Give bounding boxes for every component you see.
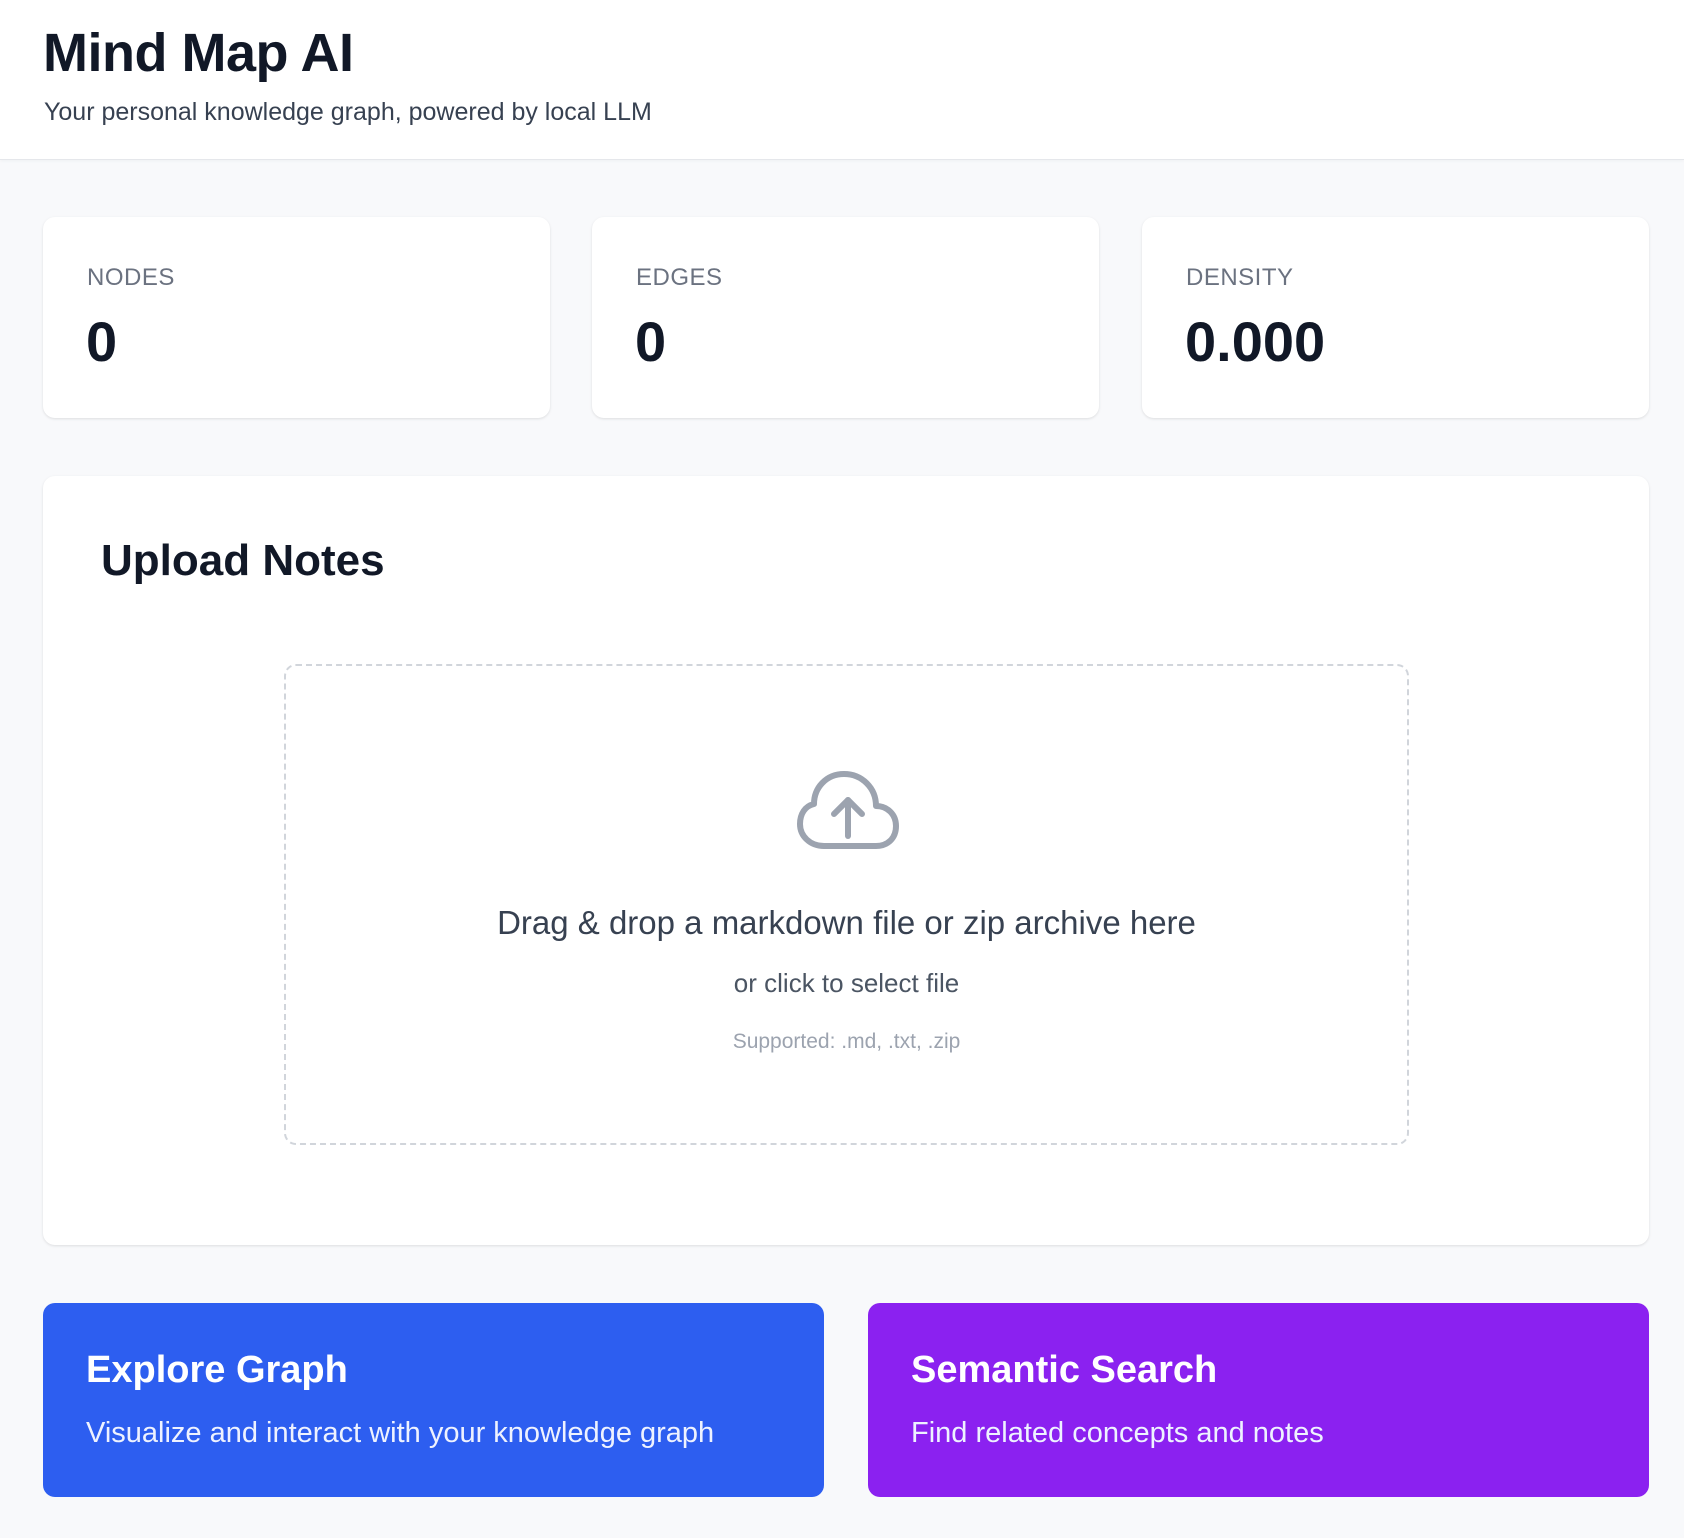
app-subtitle: Your personal knowledge graph, powered b… bbox=[44, 98, 652, 126]
dropzone-instruction: Drag & drop a markdown file or zip archi… bbox=[497, 904, 1196, 941]
dropzone-click-hint: or click to select file bbox=[733, 968, 960, 998]
stat-label: DENSITY bbox=[1186, 264, 1294, 291]
supported-formats: Supported: .md, .txt, .zip bbox=[732, 1030, 961, 1053]
action-title: Semantic Search bbox=[911, 1349, 1218, 1391]
stat-value: 0 bbox=[86, 310, 118, 373]
stat-label: EDGES bbox=[636, 264, 723, 291]
stat-value: 0.000 bbox=[1185, 310, 1326, 373]
explore-graph-button[interactable]: Explore Graph Visualize and interact wit… bbox=[43, 1303, 824, 1497]
cloud-upload-icon bbox=[797, 771, 899, 849]
action-description: Find related concepts and notes bbox=[911, 1417, 1324, 1449]
upload-title: Upload Notes bbox=[101, 536, 385, 585]
stat-card-edges: EDGES 0 bbox=[592, 217, 1099, 418]
action-title: Explore Graph bbox=[86, 1349, 348, 1391]
stat-card-density: DENSITY 0.000 bbox=[1142, 217, 1649, 418]
app-title: Mind Map AI bbox=[43, 23, 354, 83]
action-description: Visualize and interact with your knowled… bbox=[86, 1417, 715, 1449]
stat-label: NODES bbox=[87, 264, 175, 291]
stat-value: 0 bbox=[635, 310, 667, 373]
semantic-search-button[interactable]: Semantic Search Find related concepts an… bbox=[868, 1303, 1649, 1497]
stat-card-nodes: NODES 0 bbox=[43, 217, 550, 418]
file-dropzone[interactable]: Drag & drop a markdown file or zip archi… bbox=[284, 664, 1409, 1145]
upload-panel: Upload Notes Drag & drop a markdown file… bbox=[43, 476, 1649, 1245]
app-header: Mind Map AI Your personal knowledge grap… bbox=[0, 0, 1684, 160]
